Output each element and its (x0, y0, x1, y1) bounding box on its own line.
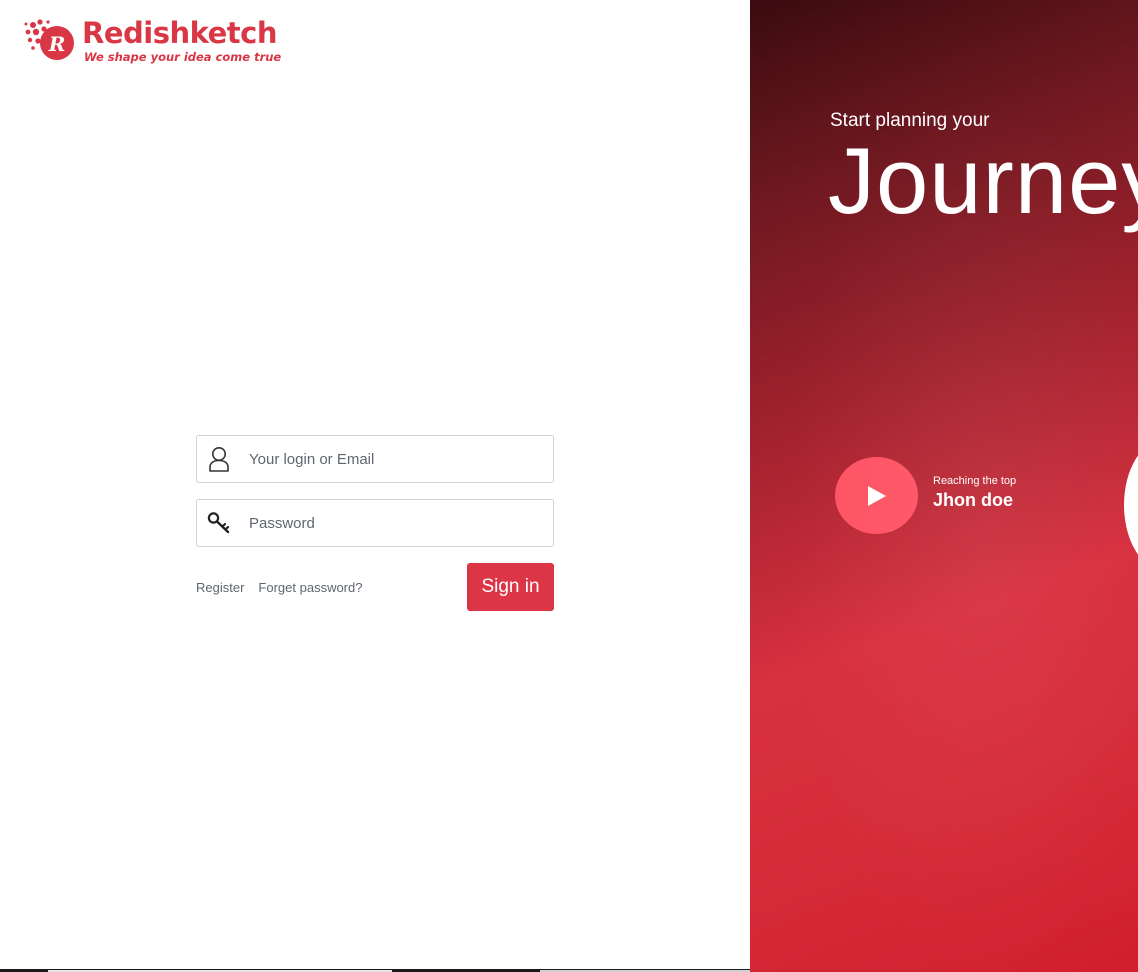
forgot-password-link[interactable]: Forget password? (258, 580, 362, 595)
brand-wordmark: Redishketch We shape your idea come true (82, 16, 281, 64)
brand-logo-mark: R (24, 16, 76, 64)
hero-panel: Start planning your Journey Reaching the… (750, 0, 1138, 972)
video-meta: Reaching the top Jhon doe (933, 474, 1016, 512)
login-page: R Redishketch We shape your idea come tr… (0, 0, 1138, 972)
play-icon (867, 485, 886, 506)
brand-logo-letter: R (48, 32, 66, 56)
brand-name: Redishketch (82, 16, 277, 50)
username-field[interactable] (196, 435, 554, 483)
sign-in-button[interactable]: Sign in (467, 563, 554, 611)
key-icon (207, 510, 231, 536)
register-link[interactable]: Register (196, 580, 244, 595)
username-input[interactable] (247, 449, 541, 469)
login-form: Register Forget password? Sign in (196, 435, 554, 611)
video-author: Jhon doe (933, 490, 1013, 510)
video-kicker: Reaching the top (933, 475, 1017, 487)
hero-title: Journey (828, 128, 1138, 233)
carousel-next-circle[interactable] (1124, 440, 1138, 570)
play-video-button[interactable] (835, 457, 918, 534)
password-field[interactable] (196, 499, 554, 547)
brand-logo[interactable]: R Redishketch We shape your idea come tr… (24, 16, 281, 64)
login-actions: Register Forget password? Sign in (196, 563, 554, 611)
user-icon (207, 446, 231, 472)
brand-tagline: We shape your idea come true (84, 50, 282, 64)
password-input[interactable] (247, 513, 541, 533)
login-panel: R Redishketch We shape your idea come tr… (0, 0, 750, 972)
